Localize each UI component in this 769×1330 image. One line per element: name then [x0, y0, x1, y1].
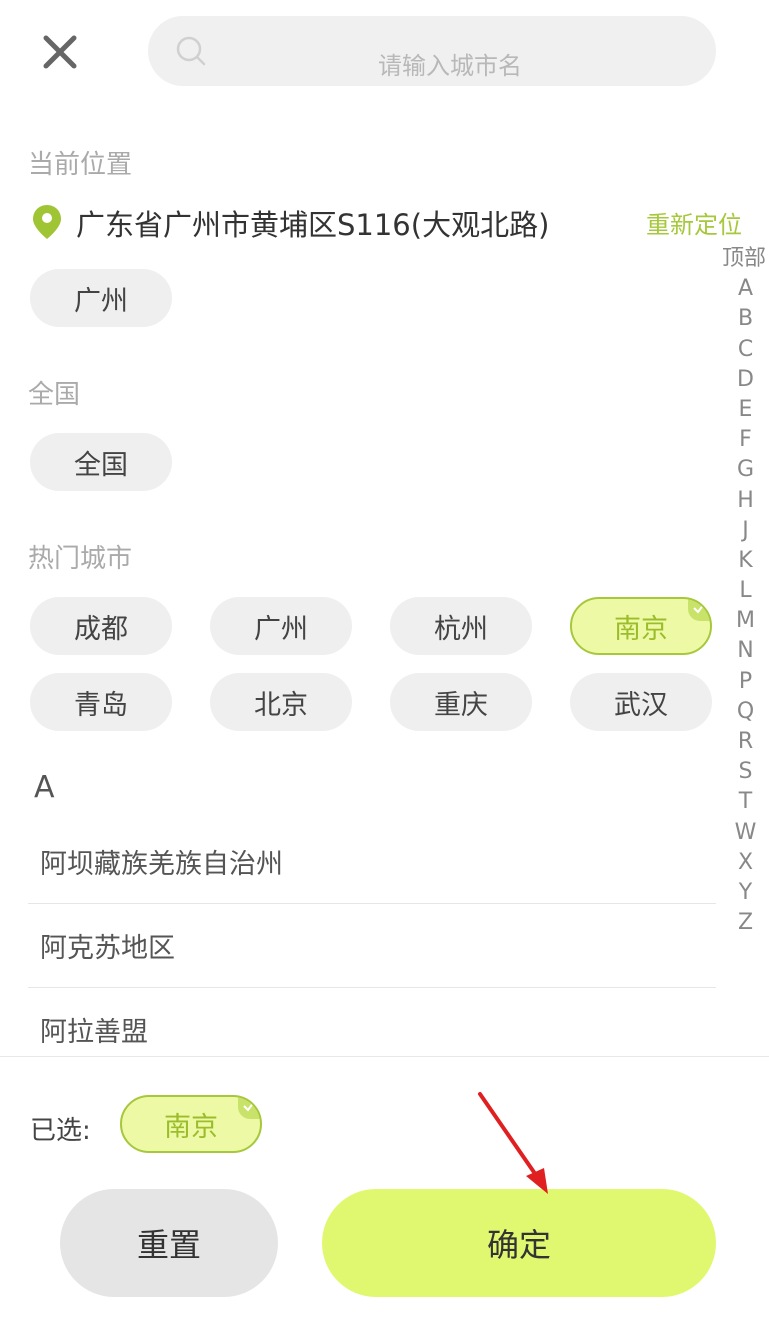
current-address: 广东省广州市黄埔区S116(大观北路) [76, 208, 550, 242]
search-icon [174, 34, 208, 68]
search-box[interactable] [148, 16, 769, 92]
hot-city-chip[interactable]: 成都 [30, 597, 172, 655]
selected-label: 已选: [30, 1116, 91, 1146]
city-list-item[interactable]: 阿坝藏族羌族自治州 [28, 820, 716, 904]
index-letter[interactable]: F [722, 425, 769, 455]
annotation-arrow-icon [470, 1088, 560, 1200]
hot-city-chip[interactable]: 广州 [210, 597, 352, 655]
check-icon [238, 1097, 260, 1119]
index-letter[interactable]: G [722, 455, 769, 485]
index-letter[interactable]: K [722, 546, 769, 576]
hot-city-chip[interactable]: 武汉 [570, 673, 712, 731]
check-icon [688, 599, 710, 621]
index-letter[interactable]: E [722, 395, 769, 425]
hot-city-chip[interactable]: 重庆 [390, 673, 532, 731]
index-letter[interactable]: D [722, 365, 769, 395]
index-letter[interactable]: P [722, 667, 769, 697]
index-letter[interactable]: H [722, 486, 769, 516]
relocate-button[interactable]: 重新定位 [646, 205, 742, 240]
index-letter[interactable]: S [722, 757, 769, 787]
index-letter[interactable]: L [722, 576, 769, 606]
hot-city-chip[interactable]: 北京 [210, 673, 352, 731]
index-letter[interactable]: N [722, 636, 769, 666]
city-name: 阿拉善盟 [40, 1017, 148, 1048]
city-name: 阿克苏地区 [40, 933, 175, 964]
hot-city-chip-label: 南京 [614, 613, 668, 645]
hot-cities-title: 热门城市 [28, 544, 133, 574]
hot-city-chip[interactable]: 杭州 [390, 597, 532, 655]
index-letter[interactable]: Z [722, 908, 769, 938]
search-input[interactable] [376, 40, 769, 92]
reset-button[interactable]: 重置 [60, 1189, 278, 1297]
close-icon [43, 35, 77, 69]
selected-city-chip[interactable]: 南京 [120, 1095, 262, 1153]
city-list-item[interactable]: 阿克苏地区 [28, 904, 716, 988]
confirm-button[interactable]: 确定 [322, 1189, 716, 1297]
index-top[interactable]: 顶部 [722, 244, 769, 274]
index-letter[interactable]: C [722, 335, 769, 365]
letter-heading: A [34, 770, 55, 805]
nationwide-title: 全国 [28, 380, 81, 410]
hot-city-chip[interactable]: 青岛 [30, 673, 172, 731]
index-letter[interactable]: B [722, 304, 769, 334]
current-location-title: 当前位置 [28, 150, 133, 180]
index-letter[interactable]: T [722, 787, 769, 817]
selected-city-label: 南京 [164, 1111, 218, 1143]
index-letter[interactable]: Q [722, 697, 769, 727]
index-letter[interactable]: A [722, 274, 769, 304]
index-letter[interactable]: X [722, 848, 769, 878]
current-city-chip[interactable]: 广州 [30, 269, 172, 327]
hot-city-chip-selected[interactable]: 南京 [570, 597, 712, 655]
index-letter[interactable]: J [722, 516, 769, 546]
index-letter[interactable]: Y [722, 878, 769, 908]
index-letter[interactable]: W [722, 818, 769, 848]
close-button[interactable] [38, 30, 82, 74]
city-name: 阿坝藏族羌族自治州 [40, 849, 283, 880]
alphabet-index-bar[interactable]: 顶部 A B C D E F G H J K L M N P Q R S T W… [722, 244, 769, 938]
index-letter[interactable]: M [722, 606, 769, 636]
location-pin-icon [32, 204, 62, 240]
index-letter[interactable]: R [722, 727, 769, 757]
nationwide-chip[interactable]: 全国 [30, 433, 172, 491]
